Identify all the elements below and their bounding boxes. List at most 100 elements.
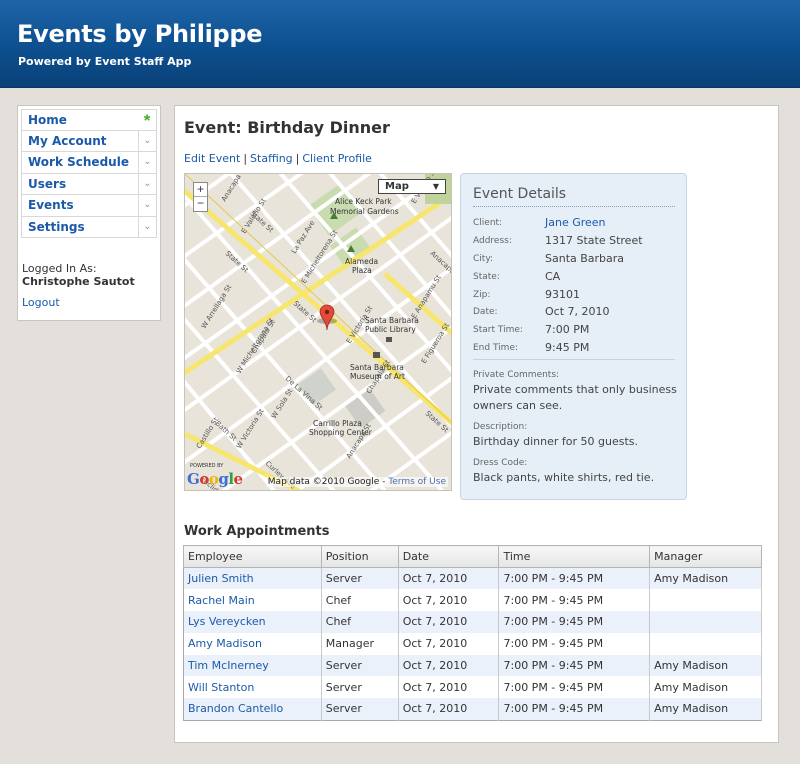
time-cell: 7:00 PM - 9:45 PM [498, 698, 651, 721]
terms-of-use-link[interactable]: Terms of Use [388, 477, 446, 487]
svg-text:Carrillo Plaza: Carrillo Plaza [313, 419, 362, 428]
table-row[interactable]: Rachel Main Chef Oct 7, 2010 7:00 PM - 9… [183, 589, 762, 612]
zoom-out-button[interactable]: − [194, 197, 207, 211]
staffing-link[interactable]: Staffing [250, 152, 293, 165]
google-logo[interactable]: Google [187, 470, 243, 488]
table-row[interactable]: Brandon Cantello Server Oct 7, 2010 7:00… [183, 698, 762, 721]
detail-value: Santa Barbara [545, 252, 625, 265]
sidebar-item-home[interactable]: Home * [21, 109, 157, 131]
dropdown-arrow-icon: ▼ [432, 182, 439, 191]
detail-key: City: [473, 254, 494, 264]
client-profile-link[interactable]: Client Profile [302, 152, 372, 165]
logged-in-label: Logged In As: [22, 262, 97, 275]
map-type-select[interactable]: Map ▼ [378, 179, 446, 194]
chevron-down-icon[interactable]: ⌄ [138, 130, 156, 151]
sidebar-item-work-schedule[interactable]: Work Schedule ⌄ [21, 152, 157, 174]
dress-code-label: Dress Code: [473, 458, 528, 468]
table-row[interactable]: Lys Vereycken Chef Oct 7, 2010 7:00 PM -… [183, 611, 762, 633]
divider [473, 206, 675, 207]
chevron-down-icon[interactable]: ⌄ [138, 152, 156, 173]
date-cell: Oct 7, 2010 [398, 632, 500, 655]
chevron-down-icon[interactable]: ⌄ [138, 195, 156, 216]
sidebar-item-label: My Account [28, 133, 107, 148]
position-cell: Manager [321, 632, 399, 655]
detail-row-city: City: Santa Barbara [473, 252, 683, 269]
svg-text:Public Library: Public Library [365, 325, 416, 334]
column-header-employee[interactable]: Employee [183, 545, 322, 568]
employee-link[interactable]: Julien Smith [183, 567, 322, 590]
chevron-down-icon[interactable]: ⌄ [138, 216, 156, 237]
date-cell: Oct 7, 2010 [398, 589, 500, 612]
column-header-manager[interactable]: Manager [649, 545, 762, 568]
svg-text:Santa Barbara: Santa Barbara [350, 363, 404, 372]
detail-key: Date: [473, 307, 498, 317]
sidebar-nav: Home * My Account ⌄ Work Schedule ⌄ User… [21, 109, 157, 238]
svg-text:Plaza: Plaza [352, 266, 372, 275]
column-header-time[interactable]: Time [498, 545, 651, 568]
date-cell: Oct 7, 2010 [398, 611, 500, 633]
zoom-in-button[interactable]: + [194, 183, 207, 197]
position-cell: Server [321, 567, 399, 590]
svg-text:Museum of Art: Museum of Art [350, 372, 405, 381]
employee-link[interactable]: Tim McInerney [183, 654, 322, 677]
event-details-heading: Event Details [473, 186, 567, 202]
logged-in-user: Christophe Sautot [22, 275, 135, 288]
column-header-date[interactable]: Date [397, 545, 500, 568]
sidebar-item-events[interactable]: Events ⌄ [21, 195, 157, 217]
time-cell: 7:00 PM - 9:45 PM [498, 632, 651, 655]
employee-link[interactable]: Amy Madison [183, 632, 322, 655]
detail-row-state: State: CA [473, 270, 683, 287]
event-details-panel: Event Details Client: Jane Green Address… [460, 173, 687, 500]
manager-cell: Amy Madison [649, 676, 762, 699]
map-zoom-control[interactable]: + − [193, 182, 208, 212]
employee-link[interactable]: Lys Vereycken [183, 611, 322, 633]
logout-link[interactable]: Logout [22, 296, 60, 309]
time-cell: 7:00 PM - 9:45 PM [498, 611, 651, 633]
divider [473, 359, 675, 360]
detail-value: 1317 State Street [545, 234, 643, 247]
manager-cell: Amy Madison [649, 698, 762, 721]
position-cell: Server [321, 698, 399, 721]
employee-link[interactable]: Brandon Cantello [183, 698, 322, 721]
map-attribution: Map data ©2010 Google - Terms of Use [265, 477, 448, 487]
sidebar-item-users[interactable]: Users ⌄ [21, 173, 157, 195]
detail-row-date: Date: Oct 7, 2010 [473, 305, 683, 322]
map-attribution-text: Map data ©2010 Google - [267, 477, 386, 487]
table-row[interactable]: Will Stanton Server Oct 7, 2010 7:00 PM … [183, 676, 762, 699]
table-row[interactable]: Julien Smith Server Oct 7, 2010 7:00 PM … [183, 567, 762, 590]
detail-row-zip: Zip: 93101 [473, 288, 683, 305]
detail-row-start-time: Start Time: 7:00 PM [473, 323, 683, 340]
time-cell: 7:00 PM - 9:45 PM [498, 676, 651, 699]
time-cell: 7:00 PM - 9:45 PM [498, 654, 651, 677]
employee-link[interactable]: Rachel Main [183, 589, 322, 612]
page-title: Event: Birthday Dinner [184, 118, 390, 137]
detail-key: Client: [473, 218, 503, 228]
table-row[interactable]: Amy Madison Manager Oct 7, 2010 7:00 PM … [183, 632, 762, 655]
svg-text:Alameda: Alameda [345, 257, 378, 266]
table-row[interactable]: Tim McInerney Server Oct 7, 2010 7:00 PM… [183, 654, 762, 677]
detail-value: 7:00 PM [545, 323, 590, 336]
description-label: Description: [473, 422, 528, 432]
client-link[interactable]: Jane Green [545, 216, 606, 229]
powered-by-label: POWERED BY [190, 463, 224, 469]
private-comments-text: Private comments that only business owne… [473, 383, 677, 412]
work-appointments-title: Work Appointments [184, 524, 330, 539]
manager-cell [649, 611, 762, 633]
sidebar-item-label: Users [28, 176, 67, 191]
employee-link[interactable]: Will Stanton [183, 676, 322, 699]
column-header-position[interactable]: Position [320, 545, 399, 568]
map-tiles[interactable]: Anacapa St E Valerio St State St La Paz … [185, 174, 452, 491]
date-cell: Oct 7, 2010 [398, 654, 500, 677]
sidebar-item-settings[interactable]: Settings ⌄ [21, 216, 157, 238]
edit-event-link[interactable]: Edit Event [184, 152, 240, 165]
detail-value: 9:45 PM [545, 341, 590, 354]
sidebar-item-label: Events [28, 198, 74, 212]
sidebar-item-my-account[interactable]: My Account ⌄ [21, 130, 157, 152]
svg-text:Santa Barbara: Santa Barbara [365, 316, 419, 325]
detail-key: Start Time: [473, 325, 523, 335]
event-map[interactable]: Anacapa St E Valerio St State St La Paz … [184, 173, 452, 491]
chevron-down-icon[interactable]: ⌄ [138, 173, 156, 194]
map-type-label: Map [385, 181, 409, 192]
link-separator: | [243, 152, 248, 165]
manager-cell: Amy Madison [649, 654, 762, 677]
